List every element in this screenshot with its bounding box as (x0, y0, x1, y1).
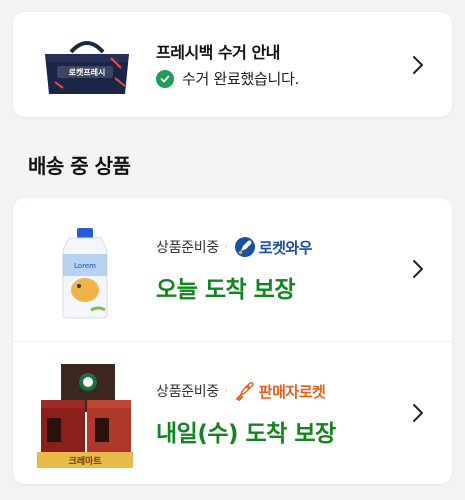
order-status: 상품준비중 (156, 240, 219, 256)
freshbag-title: 프레시백 수거 안내 (156, 43, 280, 62)
freshbag-status-text: 수거 완료했습니다. (182, 70, 299, 88)
freshbag-status: 수거 완료했습니다. (156, 68, 299, 89)
product-image-detergent: Lorem (33, 214, 143, 324)
delivery-promise: 내일(수) 도착 보장 (156, 421, 336, 447)
order-item[interactable]: Lorem 상품준비중 · 로켓와우 오늘 도착 보장 (13, 198, 452, 341)
shipping-orders-card: Lorem 상품준비중 · 로켓와우 오늘 도착 보장 크레마트 상품준비중 ·… (13, 198, 452, 484)
chevron-right-icon[interactable] (411, 401, 425, 425)
bag-brand-text: 로켓프레시 (69, 67, 106, 77)
rocket-seller-icon (234, 380, 256, 402)
rocket-seller-badge: 판매자로켓 (234, 380, 326, 402)
freshbag-pickup-card[interactable]: 로켓프레시 프레시백 수거 안내 수거 완료했습니다. (13, 12, 452, 117)
rocket-wow-badge: 로켓와우 (234, 236, 313, 258)
fresh-bag-image: 로켓프레시 (41, 38, 133, 96)
rocket-wow-icon (234, 236, 256, 258)
order-meta: 상품준비중 · 로켓와우 (156, 236, 313, 258)
svg-text:Lorem: Lorem (74, 262, 96, 270)
product-image-coffee: 크레마트 (33, 360, 143, 470)
delivery-promise: 오늘 도착 보장 (156, 277, 295, 303)
separator-dot: · (224, 385, 228, 397)
order-item[interactable]: 크레마트 상품준비중 · 판매자로켓 내일(수) 도착 보장 (13, 341, 452, 484)
chevron-right-icon[interactable] (411, 53, 425, 77)
order-status: 상품준비중 (156, 384, 219, 400)
order-meta: 상품준비중 · 판매자로켓 (156, 380, 326, 402)
separator-dot: · (224, 241, 228, 253)
section-title: 배송 중 상품 (28, 154, 131, 178)
chevron-right-icon[interactable] (411, 257, 425, 281)
badge-label: 판매자로켓 (258, 382, 326, 401)
product-box-text: 크레마트 (68, 455, 102, 467)
check-circle-icon (156, 69, 174, 88)
badge-label: 로켓와우 (258, 238, 313, 257)
